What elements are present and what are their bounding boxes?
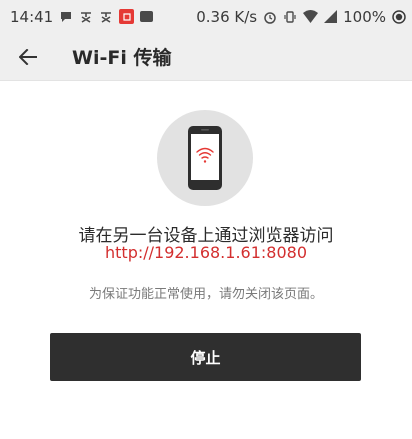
vibrate-icon <box>283 10 297 24</box>
app-icon-1 <box>79 10 93 24</box>
image-icon <box>140 11 154 22</box>
status-left: 14:41 <box>10 7 154 26</box>
app-bar: Wi-Fi 传输 <box>0 33 412 81</box>
news-icon <box>119 9 135 24</box>
status-bar: 14:41 0.36 K/s 100% <box>0 0 412 33</box>
alarm-icon <box>263 10 277 24</box>
status-time: 14:41 <box>10 7 54 26</box>
signal-icon <box>324 10 338 23</box>
message-icon <box>59 10 73 24</box>
phone-wifi-icon <box>188 126 222 190</box>
warning-text: 为保证功能正常使用，请勿关闭该页面。 <box>88 287 323 302</box>
arrow-left-icon <box>19 48 37 65</box>
status-right: 0.36 K/s 100% <box>196 8 406 26</box>
network-speed: 0.36 K/s <box>196 7 258 26</box>
wifi-icon <box>303 10 319 23</box>
app-icon-2 <box>99 10 113 24</box>
back-button[interactable] <box>0 33 56 81</box>
battery-icon <box>392 9 406 24</box>
stop-button[interactable]: 停止 <box>50 333 361 381</box>
phone-illustration <box>157 110 253 206</box>
page-title: Wi-Fi 传输 <box>72 47 172 69</box>
server-url[interactable]: http://192.168.1.61:8080 <box>0 243 412 262</box>
battery-percent: 100% <box>343 7 386 26</box>
